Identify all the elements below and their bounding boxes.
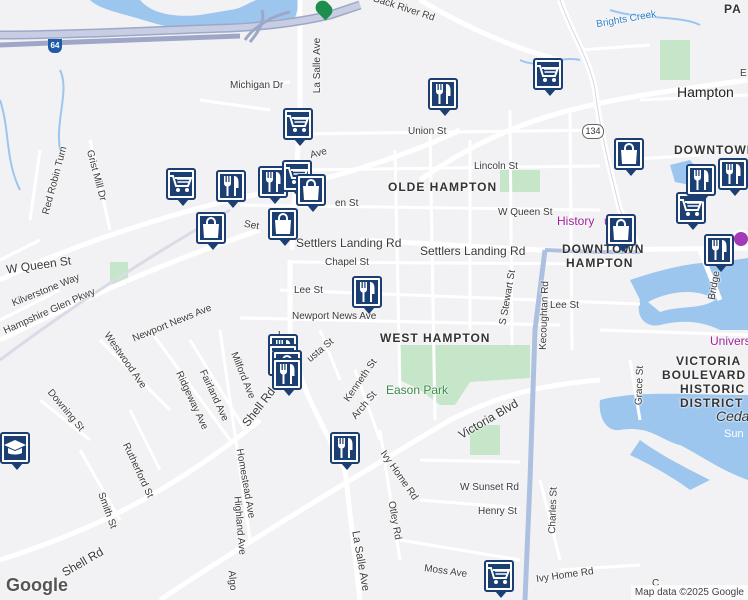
- street-label: en St: [335, 198, 359, 209]
- restaurant-icon: [222, 175, 240, 197]
- street-label: Set: [243, 218, 260, 233]
- grocery-cart-icon: [487, 566, 511, 586]
- restaurant-icon: [434, 83, 452, 105]
- map-marker-restaurant[interactable]: [216, 170, 246, 208]
- street-label: W Queen St: [498, 207, 553, 218]
- shopping-bag-icon: [611, 219, 631, 241]
- street-label: Lincoln St: [474, 161, 518, 172]
- map-marker-shopping-bag[interactable]: [606, 214, 636, 252]
- map-marker-restaurant[interactable]: [704, 234, 734, 272]
- restaurant-icon: [264, 171, 282, 193]
- street-label: Algo: [225, 570, 239, 591]
- neighborhood-label: VICTORIA: [676, 354, 742, 368]
- neighborhood-label: BOULEVARD: [662, 368, 747, 382]
- grocery-cart-icon: [169, 174, 193, 194]
- neighborhood-label: DOWNTOWN: [674, 143, 748, 157]
- map-marker-shopping-bag[interactable]: [296, 174, 326, 212]
- shopping-bag-icon: [619, 143, 639, 165]
- restaurant-icon: [724, 163, 742, 185]
- map-marker-grocery-cart[interactable]: [283, 108, 313, 146]
- street-label: Grace St: [633, 365, 646, 406]
- street-label: Charles St: [547, 486, 560, 535]
- neighborhood-label: WEST HAMPTON: [380, 331, 491, 345]
- street-label: Chapel St: [325, 257, 369, 268]
- map-marker-shopping-bag[interactable]: [614, 138, 644, 176]
- street-label: Henry St: [478, 506, 517, 517]
- map-marker-shopping-bag[interactable]: [196, 212, 226, 250]
- museum-pin-icon[interactable]: [732, 230, 748, 248]
- street-label: Settlers Landing Rd: [420, 244, 526, 258]
- neighborhood-label: PA: [724, 2, 742, 16]
- map-marker-shopping-bag[interactable]: [268, 208, 298, 246]
- route-134-shield: 134: [582, 124, 604, 139]
- restaurant-icon: [358, 281, 376, 303]
- map-marker-graduation-cap[interactable]: [0, 432, 30, 470]
- street-label: Lee St: [550, 300, 579, 311]
- restaurant-icon: [692, 169, 710, 191]
- restaurant-icon: [710, 239, 728, 261]
- shopping-bag-icon: [201, 217, 221, 239]
- park-label[interactable]: Eason Park: [386, 383, 448, 397]
- restaurant-icon: [336, 437, 354, 459]
- neighborhood-label: OLDE HAMPTON: [388, 180, 498, 194]
- neighborhood-label: HAMPTON: [566, 256, 634, 270]
- map-marker-restaurant[interactable]: [330, 432, 360, 470]
- street-label: La Salle Ave: [312, 37, 324, 94]
- street-label: Settlers Landing Rd: [296, 236, 402, 250]
- water-label: Ceda: [716, 408, 748, 424]
- map-marker-grocery-cart[interactable]: [533, 58, 563, 96]
- grocery-cart-icon: [286, 114, 310, 134]
- street-label: Michigan Dr: [230, 80, 284, 91]
- shopping-bag-icon: [273, 213, 293, 235]
- map-marker-restaurant[interactable]: [428, 78, 458, 116]
- street-label: Union St: [408, 126, 447, 137]
- shopping-bag-icon: [301, 179, 321, 201]
- map-marker-grocery-cart[interactable]: [484, 560, 514, 598]
- map-attribution[interactable]: Map data ©2025 Google: [630, 585, 748, 600]
- map-canvas[interactable]: 64 134 Back River Rd Brights Creek Michi…: [0, 0, 748, 600]
- grocery-cart-icon: [536, 64, 560, 84]
- google-logo: Google: [6, 575, 68, 595]
- map-marker-restaurant[interactable]: [352, 276, 382, 314]
- street-label: W Sunset Rd: [460, 482, 519, 493]
- interstate-64-shield: 64: [48, 39, 62, 53]
- street-label: E: [740, 68, 747, 79]
- restaurant-icon: [278, 363, 296, 385]
- map-marker-restaurant[interactable]: [272, 358, 302, 396]
- neighborhood-label: HISTORIC: [680, 382, 746, 396]
- poi-label[interactable]: History: [557, 214, 594, 228]
- poi-label[interactable]: Univers: [710, 334, 748, 348]
- map-marker-restaurant[interactable]: [686, 164, 716, 202]
- map-marker-restaurant[interactable]: [718, 158, 748, 196]
- map-marker-grocery-cart[interactable]: [166, 168, 196, 206]
- graduation-cap-icon: [3, 438, 27, 458]
- city-label: Hampton: [677, 84, 734, 100]
- street-label: Lee St: [294, 285, 323, 296]
- water-label: Sun: [724, 428, 744, 440]
